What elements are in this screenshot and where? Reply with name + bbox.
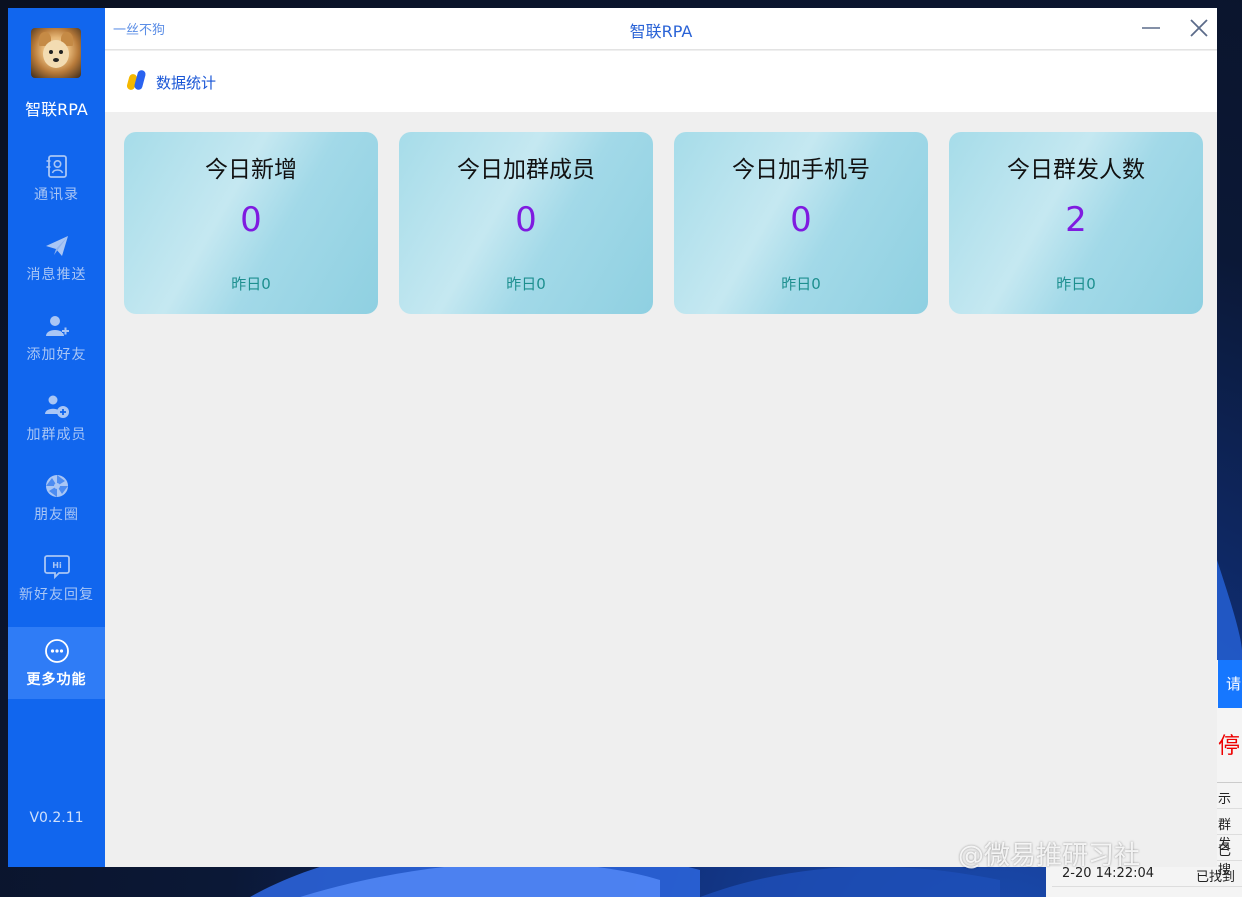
more-icon (44, 639, 69, 663)
stat-title: 今日加群成员 (457, 157, 595, 183)
background-button: 请 (1218, 660, 1242, 708)
stat-card-group-members: 今日加群成员 0 昨日0 (399, 132, 653, 314)
sidebar-item-more-functions[interactable]: 更多功能 (8, 627, 105, 699)
svg-text:Hi: Hi (52, 561, 62, 570)
sidebar: 智联RPA 通讯录 消息推送 添加好友 加群成员 朋友圈 Hi 新好友回复 更多… (8, 8, 105, 867)
sidebar-item-label: 新好友回复 (19, 587, 94, 603)
sidebar-item-label: 通讯录 (34, 187, 79, 203)
moments-icon (45, 475, 68, 497)
stat-yesterday: 昨日0 (781, 275, 821, 293)
background-column-label: 示 (1218, 792, 1232, 807)
add-friend-icon (45, 316, 69, 336)
section-header: 数据统计 (105, 51, 1217, 112)
stat-card-broadcast-count: 今日群发人数 2 昨日0 (949, 132, 1203, 314)
main-panel: 一丝不狗 智联RPA 数据统计 今日新增 0 昨日0 今日加群成员 0 昨日0 … (105, 8, 1217, 867)
stat-title: 今日新增 (205, 157, 297, 183)
stat-value: 2 (1065, 200, 1087, 240)
section-title: 数据统计 (156, 74, 217, 92)
stat-yesterday: 昨日0 (1056, 275, 1096, 293)
sidebar-item-add-group-member[interactable]: 加群成员 (8, 382, 105, 454)
brand-name: 智联RPA (25, 100, 88, 119)
close-icon[interactable] (1187, 16, 1211, 40)
sidebar-item-new-friend-reply[interactable]: Hi 新好友回复 (8, 542, 105, 614)
hi-reply-icon: Hi (43, 555, 70, 580)
title-bar: 一丝不狗 智联RPA (105, 8, 1217, 50)
stat-value: 0 (240, 200, 262, 240)
send-icon (45, 236, 68, 256)
contacts-icon (46, 155, 67, 178)
sidebar-item-label: 加群成员 (26, 427, 87, 443)
background-stop-text: 停 (1218, 734, 1241, 759)
watermark: @微易推研习社 (958, 841, 1141, 871)
add-group-member-icon (44, 395, 69, 418)
sidebar-item-moments[interactable]: 朋友圈 (8, 462, 105, 534)
sidebar-item-contacts[interactable]: 通讯录 (8, 142, 105, 214)
stat-title: 今日加手机号 (732, 157, 870, 183)
sidebar-item-message-push[interactable]: 消息推送 (8, 222, 105, 294)
stat-yesterday: 昨日0 (506, 275, 546, 293)
statistics-icon (126, 70, 146, 90)
version-label: V0.2.11 (29, 810, 84, 826)
stat-card-phone-numbers: 今日加手机号 0 昨日0 (674, 132, 928, 314)
stat-yesterday: 昨日0 (231, 275, 271, 293)
stat-card-today-new: 今日新增 0 昨日0 (124, 132, 378, 314)
stat-value: 0 (515, 200, 537, 240)
window-title: 智联RPA (629, 22, 693, 41)
log-status: 已找到 (1196, 870, 1236, 885)
minimize-icon[interactable] (1141, 16, 1161, 40)
sidebar-item-label: 朋友圈 (34, 507, 79, 523)
sidebar-item-add-friend[interactable]: 添加好友 (8, 302, 105, 374)
sidebar-item-label: 消息推送 (26, 267, 87, 283)
avatar[interactable] (31, 28, 81, 78)
stat-value: 0 (790, 200, 812, 240)
stat-title: 今日群发人数 (1007, 157, 1145, 183)
sidebar-item-label: 添加好友 (26, 347, 87, 363)
sidebar-item-label: 更多功能 (26, 672, 87, 688)
